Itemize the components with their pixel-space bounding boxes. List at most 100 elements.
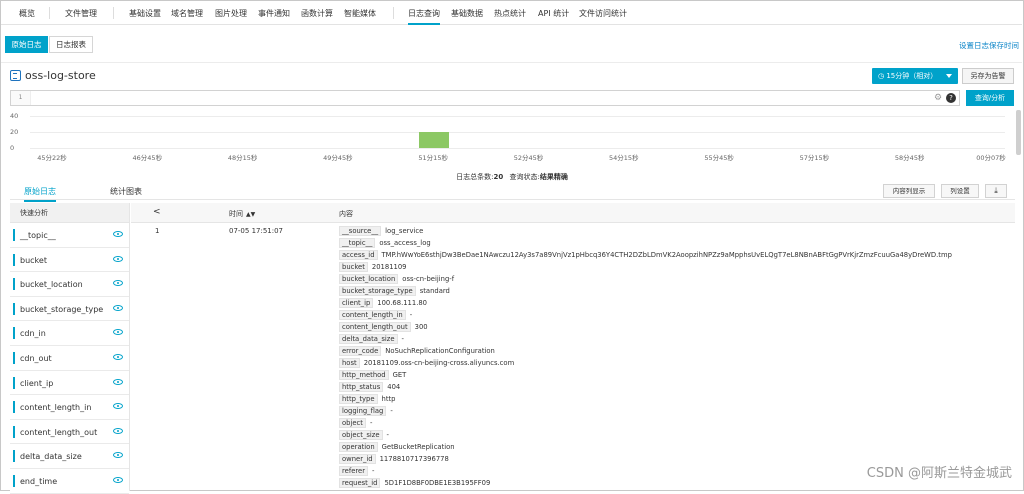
log-key: client_ip <box>339 298 374 308</box>
field-name: content_length_in <box>20 403 92 413</box>
log-field: http_status 404 <box>339 382 400 392</box>
line-number: 1 <box>11 91 31 105</box>
x-tick-label: 57分15秒 <box>799 154 830 162</box>
field-item[interactable]: __topic__ <box>10 223 129 248</box>
log-value: TMP.hWwYoE6sthjDw3BeDae1NAwczu12Ay3s7a89… <box>381 251 952 259</box>
field-marker <box>13 425 15 438</box>
log-value: 100.68.111.80 <box>377 299 428 307</box>
set-retention-link[interactable]: 设置日志保存时间 <box>959 40 1019 51</box>
eye-icon[interactable] <box>113 452 123 459</box>
field-item[interactable]: client_ip <box>10 370 129 396</box>
field-item[interactable]: bucket_storage_type <box>10 296 129 322</box>
eye-icon[interactable] <box>113 255 123 262</box>
status-value: 结果精确 <box>539 173 568 181</box>
eye-icon[interactable] <box>113 329 123 336</box>
y-tick-label: 0 <box>10 144 15 152</box>
time-range-button[interactable]: ◷ 15分钟（相对） <box>872 68 958 84</box>
field-name: cdn_in <box>20 329 46 339</box>
nav-item-6[interactable]: 函数计算 <box>301 8 333 19</box>
log-value: oss_access_log <box>379 239 431 247</box>
field-item[interactable]: cdn_out <box>10 345 129 371</box>
nav-separator <box>49 7 50 19</box>
field-name: bucket_location <box>20 280 83 290</box>
x-tick-label: 48分15秒 <box>227 154 258 162</box>
log-value: standard <box>419 287 450 295</box>
collapse-icon[interactable]: < <box>153 207 161 217</box>
log-key: http_status <box>339 382 384 392</box>
column-display-button[interactable]: 内容列显示 <box>883 184 935 198</box>
x-tick-label: 54分15秒 <box>609 154 639 162</box>
column-settings-button[interactable]: 列设置 <box>941 184 979 198</box>
nav-item-5[interactable]: 事件通知 <box>258 8 290 19</box>
field-name: bucket_storage_type <box>20 304 104 314</box>
eye-icon[interactable] <box>113 304 123 311</box>
nav-item-7[interactable]: 智能媒体 <box>344 8 376 19</box>
download-icon[interactable]: ⤓ <box>985 184 1007 198</box>
eye-icon[interactable] <box>113 427 123 434</box>
total-count: 20 <box>493 173 504 181</box>
log-field: referer - <box>339 466 374 476</box>
nav-item-0[interactable]: 概览 <box>19 8 35 19</box>
nav-item-12[interactable]: 文件访问统计 <box>579 8 627 19</box>
log-value: 20181109 <box>371 263 407 271</box>
log-key: referer <box>339 466 369 476</box>
log-key: request_id <box>339 478 381 488</box>
field-marker <box>13 327 15 340</box>
query-input[interactable] <box>33 92 933 104</box>
field-item[interactable]: bucket <box>10 247 129 273</box>
field-item[interactable]: content_length_in <box>10 395 129 420</box>
log-field: error_code NoSuchReplicationConfiguration <box>339 346 495 356</box>
eye-icon[interactable] <box>113 403 123 410</box>
nav-item-4[interactable]: 图片处理 <box>215 8 247 19</box>
tab-log-report[interactable]: 日志报表 <box>49 36 93 53</box>
log-value: GetBucketReplication <box>381 443 455 451</box>
log-value: 1178810717396778 <box>379 455 449 463</box>
tab-raw-logs[interactable]: 原始日志 <box>5 36 48 53</box>
field-item[interactable]: cdn_in <box>10 321 129 346</box>
logstore-icon <box>10 70 21 81</box>
eye-icon[interactable] <box>113 353 123 360</box>
log-key: object <box>339 418 366 428</box>
y-tick-label: 20 <box>10 128 19 136</box>
nav-item-9[interactable]: 基础数据 <box>451 8 483 19</box>
save-as-alarm-button[interactable]: 另存为告警 <box>962 68 1014 84</box>
field-item[interactable]: delta_data_size <box>10 444 129 469</box>
time-range-label: 15分钟（相对） <box>886 72 938 80</box>
tab-raw-log[interactable]: 原始日志 <box>24 186 56 202</box>
log-field: owner_id 1178810717396778 <box>339 454 449 464</box>
nav-item-2[interactable]: 基础设置 <box>129 8 161 19</box>
nav-item-11[interactable]: API 统计 <box>538 8 569 19</box>
field-name: end_time <box>20 476 58 486</box>
log-key: owner_id <box>339 454 376 464</box>
nav-item-3[interactable]: 域名管理 <box>171 8 203 19</box>
nav-item-8[interactable]: 日志查询 <box>408 8 440 25</box>
field-marker <box>13 376 15 389</box>
gear-icon[interactable]: ⚙ <box>934 93 942 103</box>
field-name: bucket <box>20 255 47 265</box>
nav-item-10[interactable]: 热点统计 <box>494 8 526 19</box>
field-item[interactable]: end_time <box>10 468 129 494</box>
sort-icon[interactable]: ▲▼ <box>246 211 255 218</box>
search-analyze-button[interactable]: 查询/分析 <box>966 90 1014 106</box>
field-item[interactable]: bucket_location <box>10 272 129 297</box>
eye-icon[interactable] <box>113 476 123 483</box>
tab-stats-chart[interactable]: 统计图表 <box>110 186 142 197</box>
histogram-bar[interactable] <box>419 132 450 148</box>
nav-item-1[interactable]: 文件管理 <box>65 8 97 19</box>
scrollbar[interactable] <box>1016 110 1021 155</box>
eye-icon[interactable] <box>113 231 123 237</box>
log-key: content_length_in <box>339 310 406 320</box>
log-field: bucket 20181109 <box>339 262 407 272</box>
time-column-header[interactable]: 时间 ▲▼ <box>229 209 255 219</box>
log-field: http_method GET <box>339 370 406 380</box>
query-editor[interactable]: 1 <box>10 90 960 106</box>
field-marker <box>13 278 15 291</box>
eye-icon[interactable] <box>113 378 123 385</box>
x-tick-label: 49分45秒 <box>323 154 353 162</box>
log-key: bucket_storage_type <box>339 286 416 296</box>
field-item[interactable]: content_length_out <box>10 419 129 445</box>
watermark: CSDN @阿斯兰特金城武 <box>866 466 1012 481</box>
eye-icon[interactable] <box>113 280 123 287</box>
help-icon[interactable]: ? <box>946 93 956 103</box>
log-key: content_length_out <box>339 322 411 332</box>
